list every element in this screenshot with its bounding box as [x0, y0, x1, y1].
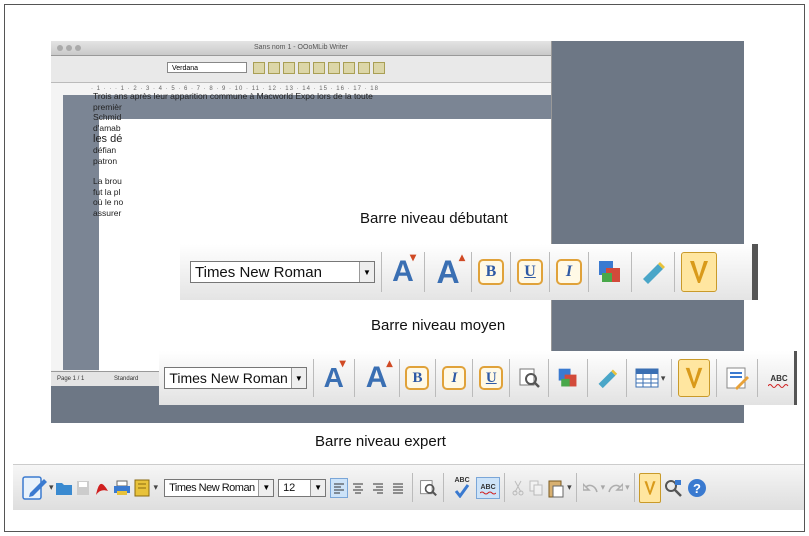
grow-font-icon[interactable]: A ▾	[388, 250, 418, 292]
paste-icon[interactable]	[545, 477, 567, 499]
toolbar-expert: ▾ ▾ Times New Roman ▼ 12 ▼ ABC ABC ▾ ▾ ▾…	[13, 464, 804, 510]
spellcheck-button[interactable]: ABC	[764, 364, 794, 392]
shrink-font-icon[interactable]: A ▴	[431, 250, 465, 292]
find-replace-icon[interactable]	[661, 476, 685, 500]
window-controls[interactable]	[57, 45, 81, 51]
toolbar-debutant: Times New Roman ▼ A ▾ A ▴ B U I	[180, 244, 758, 300]
bold-button[interactable]: B	[405, 366, 430, 390]
svg-text:?: ?	[693, 481, 701, 496]
navigator-icon[interactable]	[723, 364, 751, 392]
figure-frame: Sans nom 1 - OOoMLib Writer Verdana · 1 …	[4, 4, 805, 532]
paste-dropdown-icon[interactable]: ▾	[567, 482, 572, 493]
redo-icon[interactable]	[605, 478, 625, 498]
toolbar-moyen: Times New Roman ▼ A ▾ A ▴ B I U ▾ ABC	[159, 351, 797, 405]
zoom-icon[interactable]	[417, 477, 439, 499]
status-page: Page 1 / 1	[57, 376, 85, 382]
table-dropdown-icon[interactable]: ▾	[661, 373, 666, 384]
print-icon[interactable]	[112, 478, 132, 498]
print-preview-icon[interactable]	[132, 478, 154, 498]
chevron-down-icon[interactable]: ▼	[290, 368, 306, 388]
italic-button[interactable]: I	[556, 259, 582, 285]
shrink-font-icon[interactable]: A ▴	[361, 356, 393, 398]
redo-dropdown-icon[interactable]: ▾	[625, 482, 630, 493]
font-size-value: 12	[283, 481, 296, 494]
cut-icon[interactable]	[509, 478, 527, 498]
window-titlebar: Sans nom 1 - OOoMLib Writer	[51, 41, 551, 56]
writer-toolbar: Verdana	[51, 56, 551, 83]
bold-button[interactable]: B	[478, 259, 504, 285]
font-name-select[interactable]: Times New Roman ▼	[164, 478, 275, 497]
table-icon[interactable]	[633, 365, 661, 391]
align-justify-icon[interactable]	[388, 478, 408, 498]
format-paintbrush-icon[interactable]	[678, 359, 711, 397]
font-name-value: Times New Roman	[169, 481, 255, 494]
spellcheck-button[interactable]: ABC	[448, 472, 476, 504]
window-title: Sans nom 1 - OOoMLib Writer	[253, 44, 348, 51]
writer-toolbar-icons[interactable]	[253, 62, 385, 74]
font-size-select[interactable]: 12 ▼	[278, 478, 327, 497]
spellcheck-label: ABC	[770, 373, 788, 383]
label-moyen: Barre niveau moyen	[371, 317, 506, 334]
toolbar-handle[interactable]	[752, 244, 758, 300]
open-folder-icon[interactable]	[54, 478, 74, 498]
status-style: Standard	[114, 376, 139, 382]
export-pdf-icon[interactable]	[92, 478, 112, 498]
font-name-select[interactable]: Times New Roman ▼	[190, 261, 375, 283]
chevron-down-icon[interactable]: ▼	[310, 479, 326, 496]
label-debutant: Barre niveau débutant	[360, 210, 508, 227]
writer-font-select[interactable]: Verdana	[167, 62, 247, 73]
format-paintbrush-icon[interactable]	[638, 472, 661, 503]
highlight-icon[interactable]	[638, 257, 668, 287]
styles-icon[interactable]	[595, 257, 625, 287]
chevron-down-icon[interactable]: ▼	[359, 262, 374, 282]
font-name-value: Times New Roman	[169, 370, 288, 386]
align-right-icon[interactable]	[368, 478, 388, 498]
align-center-icon[interactable]	[348, 478, 368, 498]
font-name-select[interactable]: Times New Roman ▼	[164, 367, 307, 389]
copy-icon[interactable]	[527, 478, 545, 498]
document-text: Trois ans après leur apparition commune …	[93, 91, 373, 218]
underline-button[interactable]: U	[517, 259, 543, 285]
font-name-value: Times New Roman	[195, 263, 322, 281]
save-icon[interactable]	[74, 478, 92, 498]
styles-icon[interactable]	[555, 365, 581, 391]
undo-icon[interactable]	[581, 478, 601, 498]
zoom-icon[interactable]	[516, 365, 542, 391]
print-dropdown-icon[interactable]: ▾	[154, 482, 159, 493]
highlight-icon[interactable]	[594, 365, 620, 391]
label-expert: Barre niveau expert	[315, 433, 446, 450]
format-paintbrush-icon[interactable]	[681, 252, 717, 292]
grow-font-icon[interactable]: A ▾	[320, 356, 348, 398]
autospellcheck-button[interactable]: ABC	[476, 476, 501, 499]
underline-button[interactable]: U	[479, 366, 504, 390]
align-left-icon[interactable]	[330, 477, 349, 498]
spellcheck-label: ABC	[454, 477, 470, 484]
chevron-down-icon[interactable]: ▼	[258, 479, 274, 496]
edit-document-icon[interactable]	[19, 471, 49, 505]
help-icon[interactable]: ?	[685, 476, 709, 500]
italic-button[interactable]: I	[442, 366, 467, 390]
